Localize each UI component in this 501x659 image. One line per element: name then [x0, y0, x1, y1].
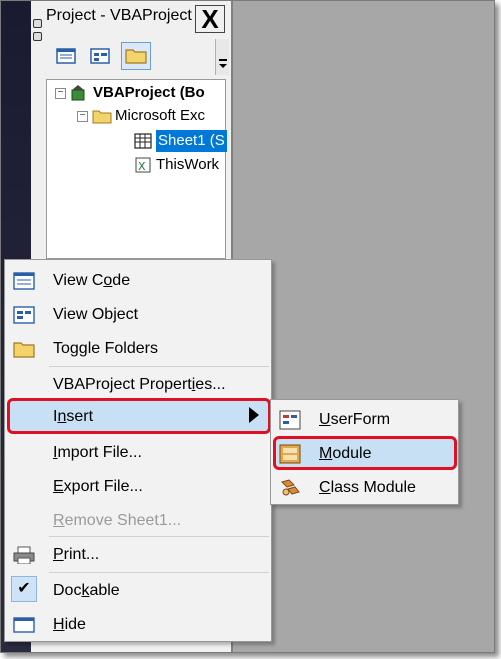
menu-item-hide[interactable]: Hide	[5, 608, 271, 642]
module-icon	[279, 444, 301, 464]
code-area-background	[233, 1, 494, 652]
menu-item-label: Import File...	[53, 444, 142, 461]
toggle-folders-button[interactable]	[121, 42, 151, 70]
menu-item-label: Print...	[53, 546, 100, 563]
submenu-item-userform[interactable]: UserForm	[271, 402, 458, 436]
submenu-item-class-module[interactable]: Class Module	[271, 470, 458, 504]
submenu-item-label: UserForm	[319, 411, 391, 428]
panel-grip[interactable]	[33, 19, 43, 45]
screenshot-frame: Project - VBAProject X − VBAProject (Bo …	[0, 0, 495, 653]
menu-item-print[interactable]: Print...	[5, 538, 271, 572]
folder-icon	[13, 342, 35, 358]
menu-item-label: View Object	[53, 306, 139, 323]
chevron-down-icon	[219, 59, 227, 68]
menu-item-import-file[interactable]: Import File...	[5, 436, 271, 470]
tree-item[interactable]: − Microsoft Exc	[77, 105, 205, 127]
menu-separator	[49, 366, 269, 367]
project-tree: − VBAProject (Bo − Microsoft Exc Sheet1 …	[46, 79, 227, 259]
menu-item-remove-sheet: Remove Sheet1...	[5, 504, 271, 538]
menu-separator	[49, 572, 269, 573]
menu-item-label: Dockable	[53, 582, 120, 599]
view-code-icon	[13, 272, 35, 290]
tree-item-label: Sheet1 (S	[156, 130, 227, 152]
submenu-arrow-icon	[249, 407, 259, 423]
folder-icon	[125, 49, 147, 64]
toolbar-overflow[interactable]	[215, 39, 229, 75]
context-menu: View Code View Object Toggle Folders VBA…	[4, 259, 272, 642]
folder-icon	[92, 110, 112, 124]
view-code-icon	[56, 48, 76, 64]
sheet-icon	[134, 133, 152, 149]
menu-item-dockable[interactable]: Dockable	[5, 574, 271, 608]
insert-submenu: UserForm Module Class Module	[270, 399, 459, 505]
view-object-button[interactable]	[85, 42, 115, 70]
submenu-item-label: Class Module	[319, 479, 416, 496]
menu-item-label: Toggle Folders	[53, 340, 158, 357]
tree-item-label: ThisWork	[156, 156, 220, 173]
menu-item-label: Insert	[53, 408, 94, 425]
menu-item-vbaproject-properties[interactable]: VBAProject Properties...	[5, 368, 271, 402]
view-code-button[interactable]	[51, 42, 81, 70]
menu-item-view-object[interactable]: View Object	[5, 298, 271, 332]
menu-separator	[49, 536, 269, 537]
menu-item-insert[interactable]: Insert	[5, 400, 271, 434]
menu-item-label: View Code	[53, 272, 131, 289]
menu-item-toggle-folders[interactable]: Toggle Folders	[5, 332, 271, 366]
menu-item-export-file[interactable]: Export File...	[5, 470, 271, 504]
close-button[interactable]: X	[195, 5, 225, 33]
svg-text:X: X	[138, 160, 146, 173]
menu-item-label: Remove Sheet1...	[53, 512, 182, 529]
vbaproject-icon	[71, 85, 85, 101]
userform-icon	[279, 410, 301, 430]
hide-icon	[13, 617, 35, 633]
collapse-icon[interactable]: −	[55, 87, 66, 99]
menu-item-label: VBAProject Properties...	[53, 376, 226, 393]
submenu-item-label: Module	[319, 445, 372, 462]
class-module-icon	[281, 479, 300, 496]
submenu-item-module[interactable]: Module	[271, 436, 458, 470]
tree-item[interactable]: X ThisWork	[133, 154, 219, 176]
view-object-icon	[90, 48, 110, 64]
menu-item-label: Hide	[53, 616, 86, 633]
printer-icon	[13, 546, 35, 564]
tree-item[interactable]: Sheet1 (S	[133, 130, 227, 152]
view-object-icon	[13, 306, 35, 324]
collapse-icon[interactable]: −	[77, 110, 88, 122]
tree-item-label: Microsoft Exc	[115, 107, 206, 124]
menu-item-label: Export File...	[53, 478, 143, 495]
project-toolbar	[43, 39, 229, 75]
tree-item-label: VBAProject (Bo	[93, 84, 205, 101]
menu-item-view-code[interactable]: View Code	[5, 264, 271, 298]
tree-item[interactable]: − VBAProject (Bo	[55, 82, 205, 104]
workbook-icon: X	[135, 157, 151, 173]
